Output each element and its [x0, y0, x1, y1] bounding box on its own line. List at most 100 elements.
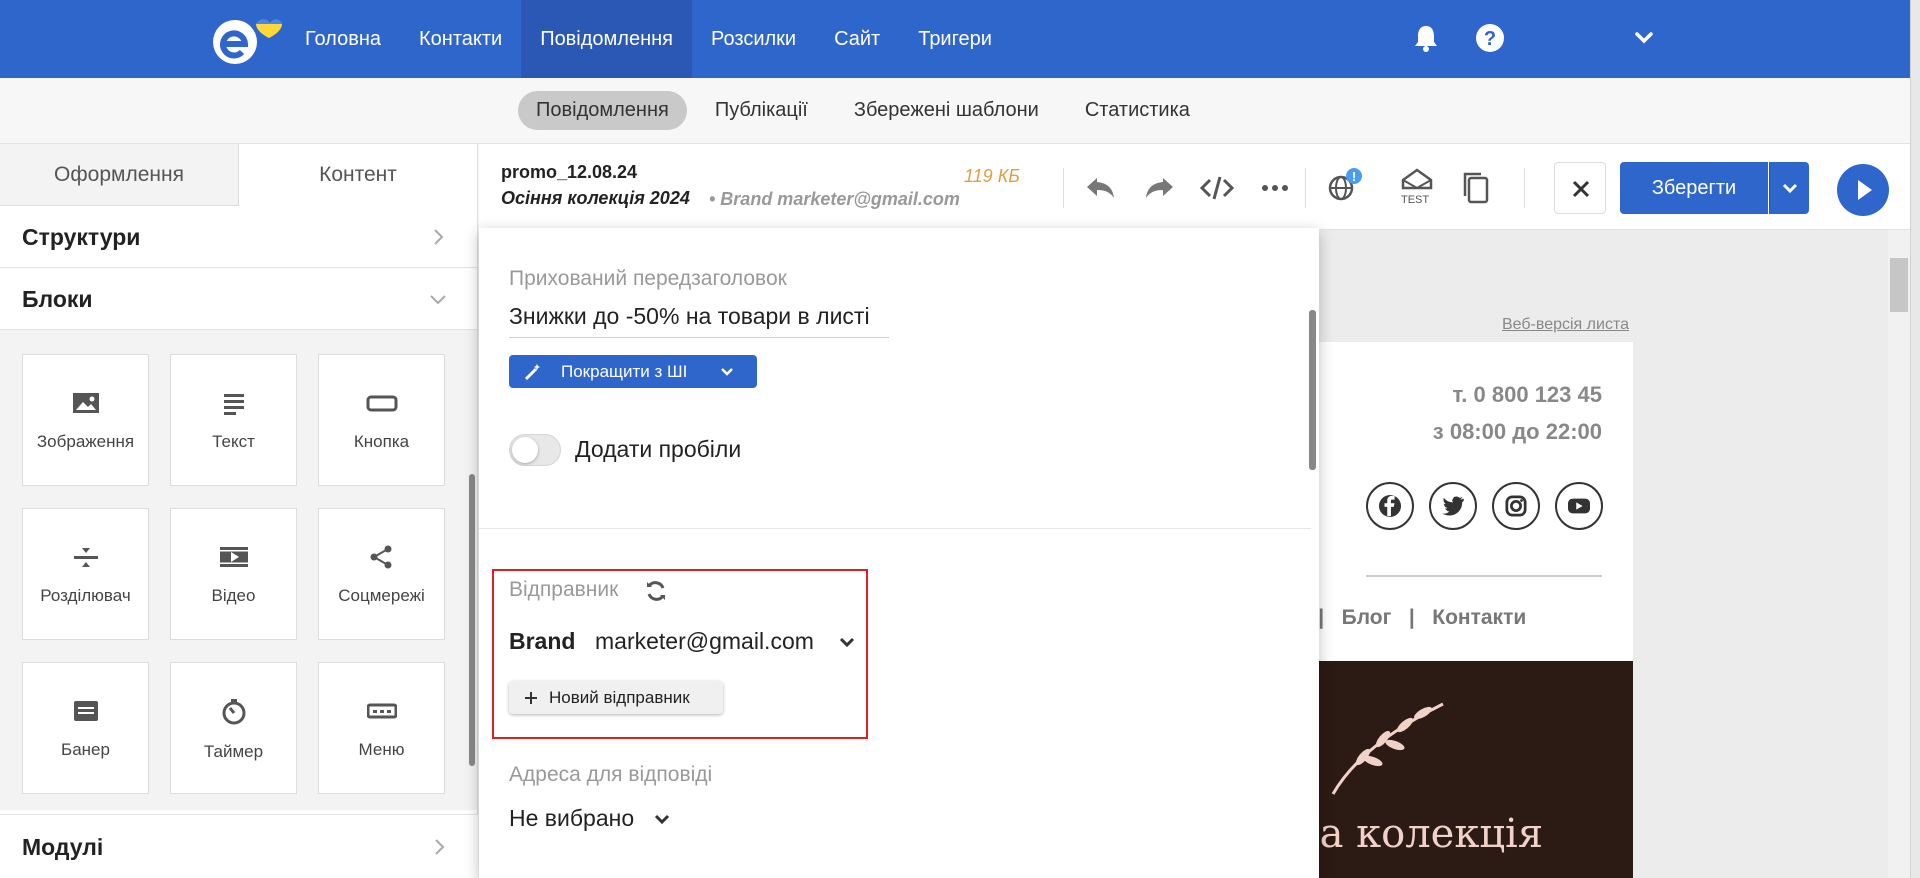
bell-icon[interactable]	[1410, 22, 1442, 54]
image-icon	[72, 393, 99, 413]
email-phone: т. 0 800 123 45	[1452, 382, 1602, 407]
new-sender-button[interactable]: Новий відправник	[509, 681, 723, 714]
section-modules[interactable]: Модулі	[0, 814, 478, 878]
tab-content[interactable]: Контент	[239, 144, 477, 206]
toolbar-divider	[1524, 168, 1525, 208]
improve-with-ai-button[interactable]: Покращити з ШІ	[509, 355, 757, 388]
divider-icon	[73, 548, 98, 567]
block-label: Розділювач	[40, 586, 131, 605]
facebook-icon[interactable]	[1366, 482, 1414, 530]
text-icon	[223, 394, 244, 415]
message-name[interactable]: promo_12.08.24	[501, 162, 637, 183]
add-spaces-toggle[interactable]	[509, 434, 561, 466]
sub-navbar: Повідомлення Публікації Збережені шаблон…	[0, 78, 1920, 144]
close-icon	[1572, 180, 1590, 198]
message-sender[interactable]: • Brand marketer@gmail.com	[709, 189, 960, 210]
section-blocks[interactable]: Блоки	[0, 268, 477, 330]
help-icon[interactable]: ?	[1474, 22, 1506, 54]
twitter-icon[interactable]	[1429, 482, 1477, 530]
left-panel-scrollbar[interactable]	[469, 474, 475, 766]
blocks-grid: Зображення Текст Кнопка Розділювач Відео…	[0, 330, 477, 810]
block-button[interactable]: Кнопка	[318, 354, 445, 486]
nav-item-campaigns[interactable]: Розсилки	[692, 0, 815, 78]
block-social[interactable]: Соцмережі	[318, 508, 445, 640]
email-divider	[1366, 575, 1602, 577]
message-size: 119 КБ	[964, 166, 1021, 186]
chevron-down-icon[interactable]	[838, 634, 856, 650]
subtab-publications[interactable]: Публікації	[697, 91, 826, 130]
menu-icon	[366, 703, 397, 719]
email-hours: з 08:00 до 22:00	[1432, 419, 1602, 444]
preview-scrollbar[interactable]	[1890, 258, 1908, 312]
nav-item-home[interactable]: Головна	[286, 0, 400, 78]
left-panel: Оформлення Контент Структури Блоки Зобра…	[0, 144, 478, 878]
video-icon	[219, 547, 248, 567]
code-icon[interactable]	[1199, 170, 1235, 206]
reply-to-label: Адреса для відповіді	[509, 763, 713, 786]
sender-label: Відправник	[509, 578, 619, 601]
preheader-input[interactable]: Знижки до -50% на товари в листі	[509, 303, 870, 330]
block-label: Меню	[358, 740, 405, 759]
message-subject[interactable]: Осіння колекція 2024	[501, 188, 690, 209]
nav-item-messages[interactable]: Повідомлення	[521, 0, 693, 78]
svg-text:?: ?	[1484, 28, 1496, 50]
web-version-link[interactable]: Веб-версія листа	[1502, 316, 1629, 334]
popup-scrollbar[interactable]	[1309, 310, 1316, 470]
popup-divider	[479, 528, 1311, 529]
chevron-down-icon	[1782, 183, 1798, 194]
save-button[interactable]: Зберегти	[1620, 162, 1768, 214]
plus-icon	[525, 692, 537, 704]
subtab-saved-templates[interactable]: Збережені шаблони	[836, 91, 1057, 130]
save-options-button[interactable]	[1769, 162, 1809, 214]
modules-label: Модулі	[22, 834, 104, 860]
block-text[interactable]: Текст	[170, 354, 297, 486]
preview-play-button[interactable]	[1837, 164, 1889, 216]
magic-wand-icon	[524, 364, 540, 381]
blocks-label: Блоки	[22, 286, 93, 312]
block-label: Банер	[61, 740, 110, 759]
nav-item-site[interactable]: Сайт	[815, 0, 899, 78]
more-icon[interactable]	[1257, 170, 1293, 206]
nav-item-contacts[interactable]: Контакти	[400, 0, 521, 78]
chevron-down-icon	[721, 368, 733, 376]
preview-scroll-track	[1888, 230, 1910, 878]
globe-alert-icon[interactable]: !	[1325, 166, 1365, 206]
chevron-down-icon[interactable]	[1628, 22, 1660, 54]
block-menu[interactable]: Меню	[318, 662, 445, 794]
block-image[interactable]: Зображення	[22, 354, 149, 486]
block-divider[interactable]: Розділювач	[22, 508, 149, 640]
svg-text:!: !	[1352, 169, 1356, 184]
banner-icon	[73, 701, 98, 721]
instagram-icon[interactable]	[1492, 482, 1540, 530]
chevron-down-icon	[430, 295, 446, 305]
youtube-icon[interactable]	[1555, 482, 1603, 530]
esputnik-logo[interactable]	[210, 12, 282, 66]
sender-name[interactable]: Brand	[509, 628, 575, 655]
toolbar-divider	[1063, 168, 1064, 208]
play-icon	[1858, 180, 1872, 200]
preheader-label: Прихований передзаголовок	[509, 267, 787, 290]
block-label: Таймер	[203, 742, 264, 761]
block-video[interactable]: Відео	[170, 508, 297, 640]
toolbar-divider	[1305, 168, 1306, 208]
tab-design[interactable]: Оформлення	[0, 144, 239, 206]
chevron-right-icon	[434, 229, 444, 245]
subtab-statistics[interactable]: Статистика	[1067, 91, 1208, 130]
block-banner[interactable]: Банер	[22, 662, 149, 794]
button-icon	[366, 395, 397, 412]
subtab-messages[interactable]: Повідомлення	[518, 91, 687, 130]
redo-icon[interactable]	[1141, 170, 1177, 206]
section-structures[interactable]: Структури	[0, 206, 477, 268]
chevron-down-icon[interactable]	[653, 811, 671, 827]
top-navbar: Головна Контакти Повідомлення Розсилки С…	[0, 0, 1920, 78]
block-timer[interactable]: Таймер	[170, 662, 297, 794]
nav-item-triggers[interactable]: Тригери	[899, 0, 1011, 78]
copy-icon[interactable]	[1459, 170, 1495, 206]
email-contact-info: т. 0 800 123 45 з 08:00 до 22:00	[1310, 376, 1602, 450]
close-button[interactable]	[1554, 162, 1606, 214]
reply-to-select[interactable]: Не вибрано	[509, 805, 634, 832]
undo-icon[interactable]	[1083, 170, 1119, 206]
refresh-icon[interactable]	[643, 578, 669, 604]
test-label: TEST	[1401, 194, 1430, 206]
sender-email-select[interactable]: marketer@gmail.com	[595, 628, 814, 655]
